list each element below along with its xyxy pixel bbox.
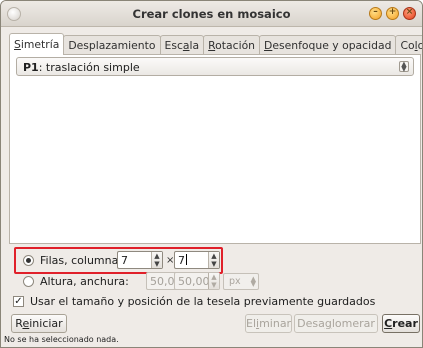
columns-value: 7: [178, 254, 187, 267]
tab-rotation[interactable]: Rotación: [203, 35, 261, 55]
tab-color[interactable]: Color: [395, 35, 422, 55]
window-title: Crear clones en mosaico: [132, 7, 291, 21]
create-button[interactable]: Crear: [382, 314, 420, 333]
use-saved-checkbox[interactable]: ✓: [13, 296, 24, 307]
columns-spinbox[interactable]: 7 ▲ ▼: [174, 251, 220, 269]
minimize-icon[interactable]: –: [369, 7, 382, 20]
rows-spinbox[interactable]: 7 ▲ ▼: [117, 251, 163, 269]
unit-arrows-icon: ▲ ▼: [250, 275, 256, 288]
use-saved-label: Usar el tamaño y posición de la tesela p…: [30, 295, 376, 308]
tab-symmetry[interactable]: Simetría: [9, 33, 65, 55]
unclump-button[interactable]: Desaglomerar: [294, 314, 378, 333]
status-text: No se ha seleccionado nada.: [4, 335, 119, 344]
symmetry-value: P1: traslación simple: [23, 61, 140, 74]
symmetry-select[interactable]: P1: traslación simple ▲ ▼: [16, 57, 414, 76]
tab-shift[interactable]: Desplazamiento: [63, 35, 161, 55]
columns-stepper-icon[interactable]: ▲ ▼: [208, 252, 219, 268]
clone-tiles-dialog: Crear clones en mosaico – + × Simetría D…: [0, 0, 423, 348]
height-width-label: Altura, anchura:: [40, 275, 129, 288]
rows-stepper-icon[interactable]: ▲ ▼: [151, 252, 162, 268]
tab-scale[interactable]: Escala: [159, 35, 205, 55]
width-value: 50,00: [178, 275, 210, 288]
width-stepper-icon[interactable]: ▲ ▼: [208, 273, 219, 289]
rows-value: 7: [121, 254, 128, 267]
rows-columns-label: Filas, columnas:: [40, 254, 128, 267]
close-icon[interactable]: ×: [403, 7, 416, 20]
maximize-icon[interactable]: +: [386, 7, 399, 20]
unit-select[interactable]: px ▲ ▼: [223, 273, 259, 290]
width-spinbox[interactable]: 50,00 ▲ ▼: [174, 272, 220, 290]
title-bar[interactable]: Crear clones en mosaico – + ×: [1, 1, 422, 27]
height-width-radio[interactable]: [23, 276, 34, 287]
tab-blur-opacity[interactable]: Desenfoque y opacidad: [259, 35, 397, 55]
tab-bar: Simetría Desplazamiento Escala Rotación …: [9, 33, 422, 55]
symmetry-panel: P1: traslación simple ▲ ▼: [9, 54, 421, 244]
rows-columns-radio[interactable]: [23, 255, 34, 266]
remove-button[interactable]: Eliminar: [245, 314, 292, 333]
select-arrows-icon: ▲ ▼: [399, 61, 409, 73]
reset-button[interactable]: Reiniciar: [11, 314, 67, 333]
unit-value: px: [229, 276, 241, 287]
